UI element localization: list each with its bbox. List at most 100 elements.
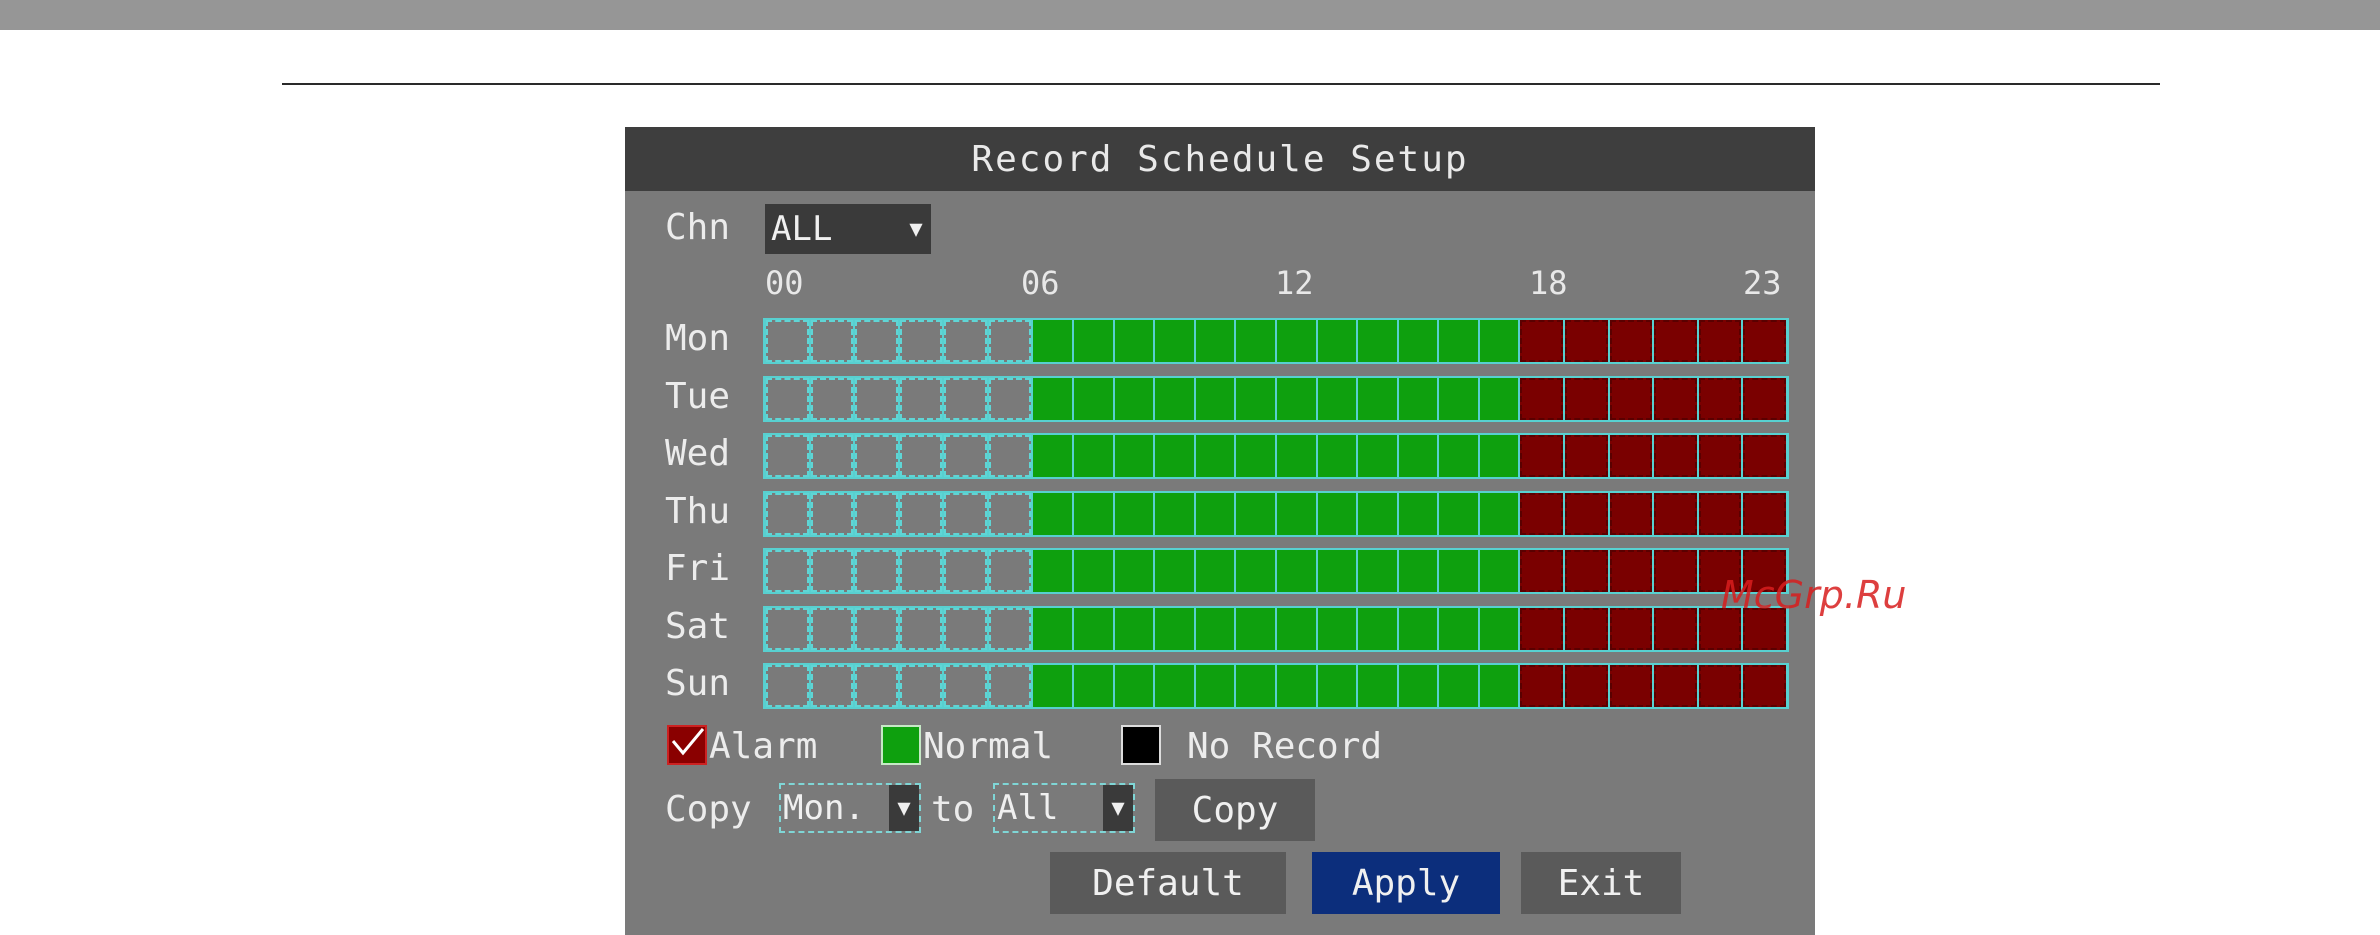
- schedule-cell[interactable]: [944, 378, 987, 420]
- schedule-cell[interactable]: [988, 608, 1032, 650]
- schedule-cell[interactable]: [1654, 550, 1697, 592]
- schedule-cell[interactable]: [810, 378, 854, 420]
- schedule-cell[interactable]: [1155, 665, 1194, 707]
- schedule-cell[interactable]: [1195, 608, 1235, 650]
- schedule-cell[interactable]: [1033, 608, 1073, 650]
- schedule-cell[interactable]: [1439, 493, 1478, 535]
- copy-button[interactable]: Copy: [1155, 779, 1315, 841]
- schedule-cell[interactable]: [1155, 435, 1194, 477]
- schedule-cell[interactable]: [1114, 435, 1154, 477]
- schedule-cell[interactable]: [1317, 665, 1357, 707]
- schedule-cell[interactable]: [1564, 550, 1608, 592]
- schedule-cell[interactable]: [1358, 493, 1397, 535]
- schedule-cell[interactable]: [1654, 378, 1697, 420]
- schedule-cell[interactable]: [1564, 493, 1608, 535]
- schedule-cell[interactable]: [1195, 550, 1235, 592]
- schedule-cell[interactable]: [1155, 550, 1194, 592]
- schedule-cell[interactable]: [1564, 378, 1608, 420]
- schedule-cell[interactable]: [1276, 493, 1316, 535]
- schedule-cell[interactable]: [1564, 608, 1608, 650]
- schedule-cell[interactable]: [810, 435, 854, 477]
- schedule-cell[interactable]: [1155, 608, 1194, 650]
- schedule-cell[interactable]: [944, 320, 987, 362]
- schedule-cell[interactable]: [988, 550, 1032, 592]
- schedule-cell[interactable]: [944, 665, 987, 707]
- schedule-cell[interactable]: [1609, 320, 1653, 362]
- schedule-cell[interactable]: [1317, 378, 1357, 420]
- schedule-cell[interactable]: [810, 608, 854, 650]
- schedule-cell[interactable]: [855, 435, 898, 477]
- schedule-cell[interactable]: [1439, 665, 1478, 707]
- schedule-cell[interactable]: [766, 550, 809, 592]
- schedule-cell[interactable]: [1276, 378, 1316, 420]
- schedule-cell[interactable]: [766, 608, 809, 650]
- schedule-cell[interactable]: [899, 435, 943, 477]
- schedule-cell[interactable]: [1520, 608, 1563, 650]
- schedule-cell[interactable]: [1698, 378, 1742, 420]
- schedule-cell[interactable]: [1520, 493, 1563, 535]
- schedule-cell[interactable]: [1564, 665, 1608, 707]
- schedule-cell[interactable]: [1654, 665, 1697, 707]
- schedule-cell[interactable]: [1698, 493, 1742, 535]
- schedule-cell[interactable]: [1743, 435, 1786, 477]
- schedule-cell[interactable]: [1398, 378, 1438, 420]
- schedule-cell[interactable]: [1195, 320, 1235, 362]
- schedule-cell[interactable]: [1439, 550, 1478, 592]
- schedule-cell[interactable]: [855, 320, 898, 362]
- schedule-cell[interactable]: [899, 608, 943, 650]
- schedule-cell[interactable]: [899, 320, 943, 362]
- schedule-cell[interactable]: [1114, 550, 1154, 592]
- schedule-cell[interactable]: [1398, 493, 1438, 535]
- normal-legend-swatch[interactable]: [881, 725, 921, 765]
- schedule-cell[interactable]: [1609, 378, 1653, 420]
- schedule-cell[interactable]: [1236, 378, 1275, 420]
- schedule-cell[interactable]: [1317, 320, 1357, 362]
- schedule-cell[interactable]: [1564, 435, 1608, 477]
- schedule-cell[interactable]: [1033, 378, 1073, 420]
- schedule-cell[interactable]: [1609, 435, 1653, 477]
- schedule-cell[interactable]: [899, 493, 943, 535]
- schedule-cell[interactable]: [1358, 435, 1397, 477]
- schedule-cell[interactable]: [1114, 320, 1154, 362]
- schedule-cell[interactable]: [1398, 550, 1438, 592]
- copy-from-dropdown[interactable]: Mon. ▼: [779, 783, 921, 833]
- schedule-cell[interactable]: [810, 665, 854, 707]
- schedule-cell[interactable]: [1033, 493, 1073, 535]
- schedule-cell[interactable]: [1398, 665, 1438, 707]
- schedule-cell[interactable]: [1398, 608, 1438, 650]
- schedule-cell[interactable]: [988, 665, 1032, 707]
- schedule-cell[interactable]: [1276, 608, 1316, 650]
- schedule-cell[interactable]: [1479, 493, 1519, 535]
- schedule-cell[interactable]: [1698, 435, 1742, 477]
- schedule-cell[interactable]: [1398, 320, 1438, 362]
- schedule-cell[interactable]: [1479, 665, 1519, 707]
- schedule-cell[interactable]: [1276, 435, 1316, 477]
- schedule-cell[interactable]: [1609, 493, 1653, 535]
- schedule-cell[interactable]: [988, 493, 1032, 535]
- schedule-cell[interactable]: [1609, 608, 1653, 650]
- schedule-cell[interactable]: [1698, 320, 1742, 362]
- schedule-cell[interactable]: [1114, 378, 1154, 420]
- schedule-row-thu[interactable]: [763, 491, 1789, 537]
- schedule-cell[interactable]: [1439, 435, 1478, 477]
- schedule-cell[interactable]: [1195, 493, 1235, 535]
- schedule-cell[interactable]: [1358, 320, 1397, 362]
- channel-dropdown[interactable]: ALL ▼: [765, 204, 931, 254]
- schedule-cell[interactable]: [766, 320, 809, 362]
- schedule-cell[interactable]: [855, 608, 898, 650]
- schedule-cell[interactable]: [766, 665, 809, 707]
- schedule-cell[interactable]: [1195, 665, 1235, 707]
- default-button[interactable]: Default: [1050, 852, 1286, 914]
- schedule-row-sun[interactable]: [763, 663, 1789, 709]
- schedule-cell[interactable]: [1520, 435, 1563, 477]
- schedule-cell[interactable]: [1609, 665, 1653, 707]
- schedule-cell[interactable]: [810, 320, 854, 362]
- schedule-cell[interactable]: [1114, 493, 1154, 535]
- schedule-cell[interactable]: [944, 550, 987, 592]
- schedule-row-sat[interactable]: [763, 606, 1789, 652]
- alarm-legend-swatch[interactable]: [667, 725, 707, 765]
- schedule-cell[interactable]: [1479, 435, 1519, 477]
- schedule-cell[interactable]: [855, 550, 898, 592]
- schedule-cell[interactable]: [1074, 378, 1113, 420]
- schedule-cell[interactable]: [1654, 320, 1697, 362]
